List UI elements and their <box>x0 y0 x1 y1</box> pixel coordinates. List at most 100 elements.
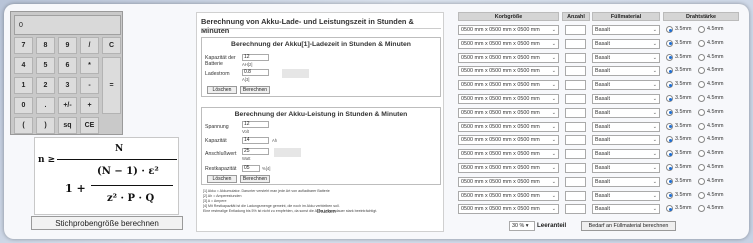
count-input[interactable] <box>565 107 586 118</box>
material-select[interactable]: Basalt ⌄ <box>592 135 660 146</box>
material-select[interactable]: Basalt ⌄ <box>592 190 660 201</box>
wire-radio-35[interactable] <box>666 26 673 33</box>
wire-radio-35[interactable] <box>666 122 673 130</box>
capacity-input[interactable]: 14 <box>242 137 269 144</box>
size-select[interactable]: 0500 mm x 0500 mm x 0500 mm ⌄ <box>458 121 559 132</box>
wire-radio-45[interactable] <box>698 53 705 61</box>
wire-radio-45[interactable] <box>698 205 705 213</box>
empty-percent-select[interactable]: 30 % ▾ <box>509 221 535 231</box>
material-select[interactable]: Basalt ⌄ <box>592 176 660 187</box>
key-4[interactable]: 4 <box>14 57 33 74</box>
key-close-paren[interactable]: ) <box>36 117 55 134</box>
material-select[interactable]: Basalt ⌄ <box>592 107 660 118</box>
count-input[interactable] <box>565 121 586 132</box>
size-select[interactable]: 0500 mm x 0500 mm x 0500 mm ⌄ <box>458 190 559 201</box>
count-input[interactable] <box>565 176 586 187</box>
key-open-paren[interactable]: ( <box>14 117 33 134</box>
key-plus[interactable]: + <box>80 97 99 114</box>
key-divide[interactable]: / <box>80 37 99 54</box>
size-select[interactable]: 0500 mm x 0500 mm x 0500 mm ⌄ <box>458 135 559 146</box>
count-input[interactable] <box>565 52 586 63</box>
charge-clear-button[interactable]: Löschen <box>207 86 237 94</box>
key-2[interactable]: 2 <box>36 77 55 94</box>
wire-radio-35[interactable] <box>666 164 673 171</box>
wire-radio-45[interactable] <box>698 95 705 102</box>
key-3[interactable]: 3 <box>58 77 77 94</box>
wire-radio-35[interactable] <box>666 150 673 158</box>
material-select[interactable]: Basalt ⌄ <box>592 121 660 132</box>
wire-radio-35[interactable] <box>666 81 673 89</box>
count-input[interactable] <box>565 80 586 91</box>
voltage-input[interactable]: 12 <box>242 121 269 128</box>
count-input[interactable] <box>565 66 586 77</box>
wire-radio-45[interactable] <box>698 191 705 199</box>
size-select[interactable]: 0500 mm x 0500 mm x 0500 mm ⌄ <box>458 38 559 49</box>
residual-select[interactable]: 05 <box>242 165 260 172</box>
wire-radio-45[interactable] <box>698 164 705 171</box>
key-1[interactable]: 1 <box>14 77 33 94</box>
charge-current-input[interactable]: 0.8 <box>242 69 269 76</box>
material-select[interactable]: Basalt ⌄ <box>592 38 660 49</box>
wire-radio-35[interactable] <box>666 39 673 47</box>
wire-radio-45[interactable] <box>698 150 705 158</box>
size-select[interactable]: 0500 mm x 0500 mm x 0500 mm ⌄ <box>458 25 559 35</box>
material-select[interactable]: Basalt ⌄ <box>592 94 660 104</box>
material-select[interactable]: Basalt ⌄ <box>592 149 660 160</box>
wire-radio-45[interactable] <box>698 108 705 116</box>
size-select[interactable]: 0500 mm x 0500 mm x 0500 mm ⌄ <box>458 107 559 118</box>
count-input[interactable] <box>565 149 586 160</box>
key-square[interactable]: sq <box>58 117 77 134</box>
key-equals[interactable]: = <box>102 57 121 114</box>
wire-radio-45[interactable] <box>698 67 705 75</box>
key-5[interactable]: 5 <box>36 57 55 74</box>
wire-radio-35[interactable] <box>666 108 673 116</box>
key-minus[interactable]: - <box>80 77 99 94</box>
size-select[interactable]: 0500 mm x 0500 mm x 0500 mm ⌄ <box>458 176 559 187</box>
wire-radio-45[interactable] <box>698 39 705 47</box>
material-select[interactable]: Basalt ⌄ <box>592 52 660 63</box>
count-input[interactable] <box>565 38 586 49</box>
wire-radio-35[interactable] <box>666 95 673 102</box>
wire-radio-35[interactable] <box>666 136 673 144</box>
size-select[interactable]: 0500 mm x 0500 mm x 0500 mm ⌄ <box>458 66 559 77</box>
wire-radio-45[interactable] <box>698 122 705 130</box>
count-input[interactable] <box>565 190 586 201</box>
key-plus-minus[interactable]: +/- <box>58 97 77 114</box>
key-clear-entry[interactable]: CE <box>80 117 99 134</box>
size-select[interactable]: 0500 mm x 0500 mm x 0500 mm ⌄ <box>458 80 559 91</box>
material-select[interactable]: Basalt ⌄ <box>592 204 660 215</box>
count-input[interactable] <box>565 94 586 104</box>
charge-capacity-input[interactable]: 12 <box>242 54 269 61</box>
count-input[interactable] <box>565 135 586 146</box>
material-select[interactable]: Basalt ⌄ <box>592 80 660 91</box>
key-8[interactable]: 8 <box>36 37 55 54</box>
key-9[interactable]: 9 <box>58 37 77 54</box>
size-select[interactable]: 0500 mm x 0500 mm x 0500 mm ⌄ <box>458 149 559 160</box>
sample-size-button[interactable]: Stichprobengröße berechnen <box>31 216 183 230</box>
calculate-material-button[interactable]: Bedarf an Füllmaterial berechnen <box>581 221 676 231</box>
charge-calculate-button[interactable]: Berechnen <box>240 86 270 94</box>
key-6[interactable]: 6 <box>58 57 77 74</box>
wire-radio-45[interactable] <box>698 81 705 89</box>
wire-radio-35[interactable] <box>666 191 673 199</box>
wire-radio-35[interactable] <box>666 53 673 61</box>
size-select[interactable]: 0500 mm x 0500 mm x 0500 mm ⌄ <box>458 52 559 63</box>
wire-radio-45[interactable] <box>698 136 705 144</box>
count-input[interactable] <box>565 25 586 35</box>
key-7[interactable]: 7 <box>14 37 33 54</box>
size-select[interactable]: 0500 mm x 0500 mm x 0500 mm ⌄ <box>458 204 559 215</box>
key-multiply[interactable]: * <box>80 57 99 74</box>
material-select[interactable]: Basalt ⌄ <box>592 66 660 77</box>
key-clear[interactable]: C <box>102 37 121 54</box>
power-calculate-button[interactable]: Berechnen <box>240 175 270 183</box>
power-clear-button[interactable]: Löschen <box>207 175 237 183</box>
wire-radio-35[interactable] <box>666 67 673 75</box>
count-input[interactable] <box>565 204 586 215</box>
wire-radio-45[interactable] <box>698 26 705 33</box>
wire-radio-35[interactable] <box>666 205 673 213</box>
load-input[interactable]: 25 <box>242 148 269 155</box>
material-select[interactable]: Basalt ⌄ <box>592 25 660 35</box>
size-select[interactable]: 0500 mm x 0500 mm x 0500 mm ⌄ <box>458 94 559 104</box>
count-input[interactable] <box>565 163 586 173</box>
key-0[interactable]: 0 <box>14 97 33 114</box>
